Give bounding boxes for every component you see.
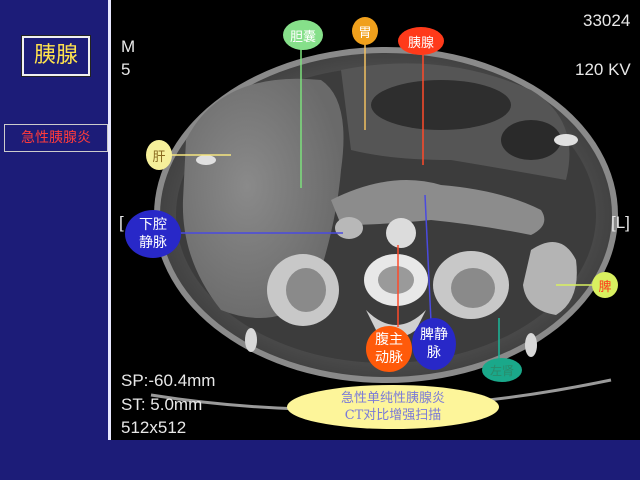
bottom-bar [0, 440, 640, 480]
left-panel: 胰腺 急性胰腺炎 [0, 0, 108, 440]
label-ivc: 下腔 静脉 [125, 210, 181, 258]
overlay-m: M [121, 37, 136, 56]
label-gallbladder: 胆囊 [283, 20, 323, 50]
slide-subtitle: 急性胰腺炎 [4, 124, 108, 152]
label-ivc-line1: 下腔 [139, 217, 167, 233]
overlay-left-marker: [ [119, 213, 124, 232]
caption: 急性单纯性胰腺炎 CT对比增强扫描 [287, 385, 499, 429]
overlay-kv: 120 KV [575, 60, 631, 79]
overlay-id: 33024 [583, 11, 631, 30]
label-ivc-line2: 静脉 [139, 235, 167, 251]
label-pancreas: 胰腺 [398, 27, 444, 55]
overlay-right-marker: [L] [611, 213, 630, 232]
overlay-matrix: 512x512 [121, 418, 187, 437]
label-spleen: 脾 [592, 272, 618, 298]
label-aorta-line1: 腹主 [375, 332, 403, 348]
overlay-5: 5 [121, 60, 131, 79]
caption-line1: 急性单纯性胰腺炎 [340, 391, 445, 406]
ct-image: M 5 33024 120 KV [ [L] SP:-60.4mm ST: 5.… [111, 0, 640, 440]
slide: 胰腺 急性胰腺炎 M 5 33024 120 KV [[L] SP:-60.4… [0, 0, 640, 480]
label-aorta: 腹主 动脉 [366, 326, 412, 372]
overlay-st: ST: 5.0mm [121, 395, 203, 414]
label-splenic-vein-line1: 脾静 [420, 327, 448, 343]
slide-title: 胰腺 [21, 35, 91, 77]
overlay-sp: SP:-60.4mm [121, 371, 216, 390]
label-kidney: 左肾 [482, 358, 522, 382]
label-stomach: 胃 [352, 17, 378, 45]
caption-line2: CT对比增强扫描 [344, 408, 442, 423]
label-liver: 肝 [146, 140, 172, 170]
label-aorta-line2: 动脉 [375, 350, 403, 366]
label-splenic-vein-line2: 脉 [427, 345, 441, 361]
label-splenic-vein: 脾静 脉 [412, 318, 456, 370]
